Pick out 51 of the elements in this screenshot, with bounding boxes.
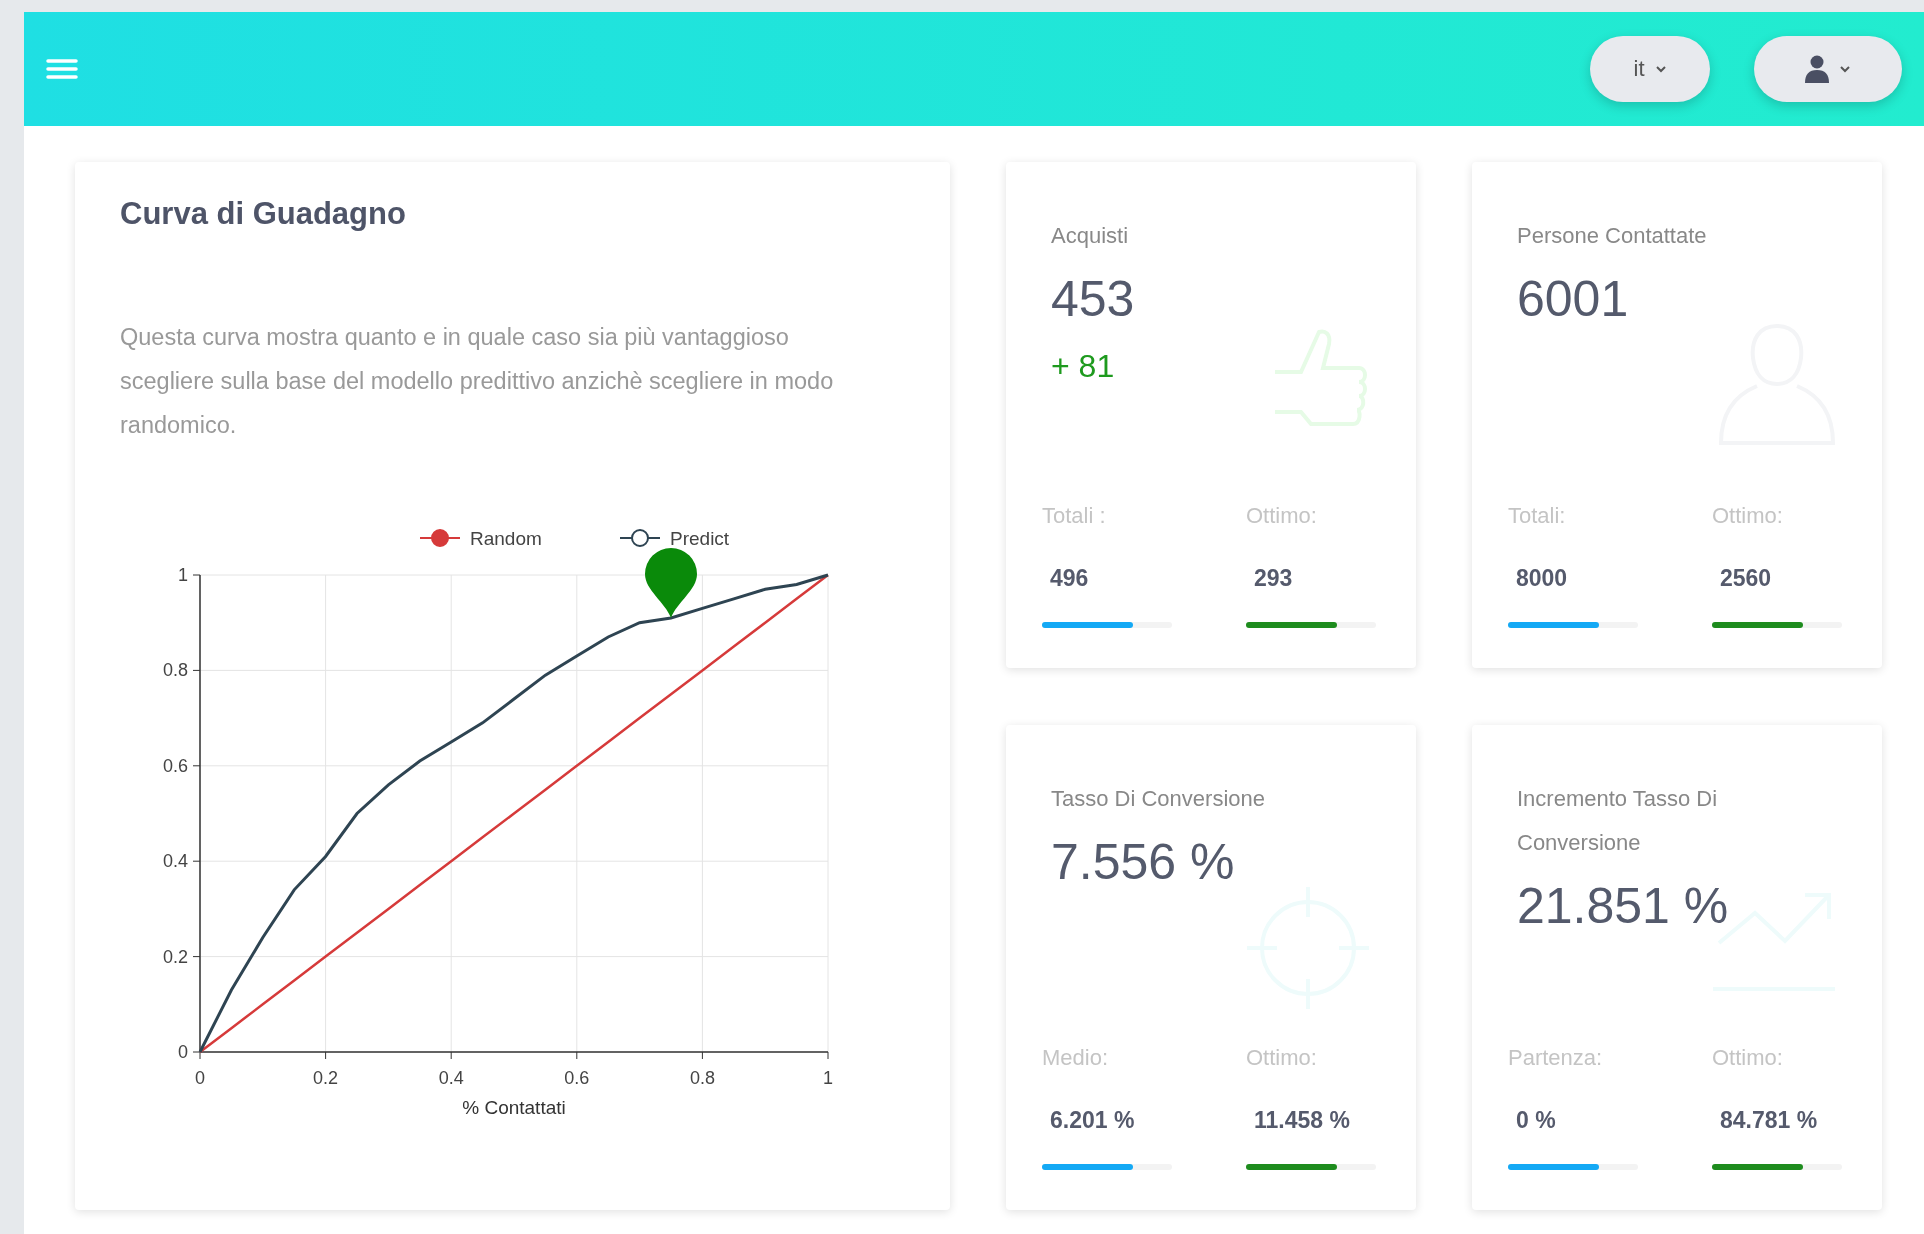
menu-icon [46,57,78,81]
stat-value: 6001 [1517,270,1630,328]
stat-label: Totali : [1042,503,1107,529]
y-tick-label: 0.2 [162,947,188,967]
card-title: Tasso Di Conversione [1051,785,1266,813]
caret-icon [1654,65,1667,73]
x-axis-title: % Contattati [462,1097,566,1119]
card-title: Acquisti [1051,222,1130,250]
stat-number: 293 [1254,565,1294,592]
x-tick-label: 0 [195,1068,205,1089]
stat-number: 84.781 % [1720,1107,1819,1134]
stat-value: 453 [1051,270,1136,328]
stat-label: Partenza: [1508,1045,1604,1071]
y-tick-label: 1 [178,565,188,586]
card-title: Incremento Tasso Di Conversione [1517,785,1719,857]
x-tick-label: 0.4 [438,1068,464,1089]
stat-label: Ottimo: [1712,503,1784,529]
legend-label: Random [470,528,542,550]
stat-label: Ottimo: [1712,1045,1784,1071]
map-pin-icon [645,548,697,619]
stat-label: Totali: [1508,503,1567,529]
user-menu-button[interactable] [1754,36,1902,102]
x-tick-label: 1 [823,1068,833,1089]
card-title: Curva di Guadagno [120,195,407,233]
legend-label: Predict [670,528,730,550]
x-tick-label: 0.2 [313,1068,339,1089]
stat-label: Ottimo: [1246,503,1318,529]
stat-number: 8000 [1516,565,1569,592]
card-description: Questa curva mostra quanto e in quale caso sia più vantaggioso scegliere sulla base del modello predittivo anzichè scegliere in modo randomico. [120,323,835,441]
stat-value: 7.556 % [1051,833,1236,891]
stat-value: 21.851 % [1517,877,1730,935]
stat-label: Ottimo: [1246,1045,1318,1071]
stat-number: 11.458 % [1254,1107,1351,1134]
y-tick-label: 0.8 [162,660,188,681]
stat-label: Medio: [1042,1045,1110,1071]
legend-marker [419,529,461,548]
legend-marker [619,529,661,548]
x-tick-label: 0.8 [689,1068,715,1089]
language-button[interactable]: it [1590,36,1710,102]
caret-icon [1839,65,1851,73]
y-tick-label: 0 [178,1042,188,1063]
y-tick-label: 0.6 [162,756,188,777]
stat-number: 496 [1050,565,1090,592]
y-tick-label: 0.4 [162,851,188,872]
stat-delta: + 81 [1051,348,1116,385]
stat-number: 2560 [1720,565,1773,592]
stat-number: 0 % [1516,1107,1557,1134]
x-tick-label: 0.6 [564,1068,590,1089]
card-title: Persone Contattate [1517,222,1708,250]
person-icon [1805,55,1829,83]
stat-number: 6.201 % [1050,1107,1136,1134]
